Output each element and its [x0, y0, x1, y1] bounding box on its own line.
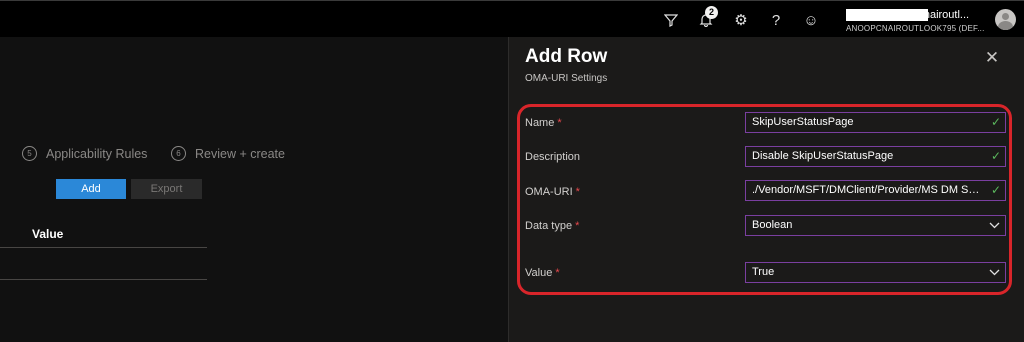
column-header-value: Value: [32, 227, 64, 241]
top-bar: 2 ⚙ ? ☺ anoop@anoopcnairoutl... ANOOPCNA…: [0, 0, 1024, 37]
step-applicability-rules[interactable]: 5 Applicability Rules: [22, 146, 147, 161]
name-field[interactable]: SkipUserStatusPage ✓: [745, 112, 1006, 133]
panel-subtitle: OMA-URI Settings: [525, 73, 608, 84]
data-type-label: Data type *: [525, 220, 580, 232]
chevron-down-icon: [989, 216, 1000, 235]
check-icon: ✓: [990, 183, 1001, 197]
table-divider: [0, 247, 207, 248]
value-dropdown[interactable]: True: [745, 262, 1006, 283]
oma-uri-field[interactable]: ./Vendor/MSFT/DMClient/Provider/MS DM Se…: [745, 180, 1006, 201]
description-label: Description: [525, 151, 581, 163]
chevron-down-icon: [989, 263, 1000, 282]
name-label: Name *: [525, 117, 562, 129]
filter-icon[interactable]: [661, 10, 681, 30]
step-label: Applicability Rules: [46, 146, 148, 161]
step-label: Review + create: [195, 146, 285, 161]
table-divider: [0, 279, 207, 280]
close-icon[interactable]: ✕: [984, 49, 1000, 66]
step-number: 6: [171, 146, 186, 161]
step-review-create[interactable]: 6 Review + create: [171, 146, 285, 161]
redaction-bar: [846, 9, 928, 21]
help-icon[interactable]: ?: [766, 10, 786, 30]
notification-badge: 2: [705, 6, 718, 19]
avatar[interactable]: [995, 9, 1016, 30]
description-field[interactable]: Disable SkipUserStatusPage ✓: [745, 146, 1006, 167]
user-tenant: ANOOPCNAIROUTLOOK795 (DEF...: [846, 24, 985, 33]
check-icon: ✓: [990, 115, 1001, 129]
smiley-icon[interactable]: ☺: [801, 10, 821, 30]
value-label: Value *: [525, 267, 560, 279]
add-button[interactable]: Add: [56, 179, 126, 199]
check-icon: ✓: [990, 149, 1001, 163]
step-number: 5: [22, 146, 37, 161]
user-email[interactable]: anoop@anoopcnairoutl...: [846, 9, 986, 21]
oma-uri-label: OMA-URI *: [525, 186, 580, 198]
data-type-dropdown[interactable]: Boolean: [745, 215, 1006, 236]
gear-icon[interactable]: ⚙: [731, 10, 751, 30]
export-button[interactable]: Export: [131, 179, 202, 199]
panel-title: Add Row: [525, 46, 608, 67]
